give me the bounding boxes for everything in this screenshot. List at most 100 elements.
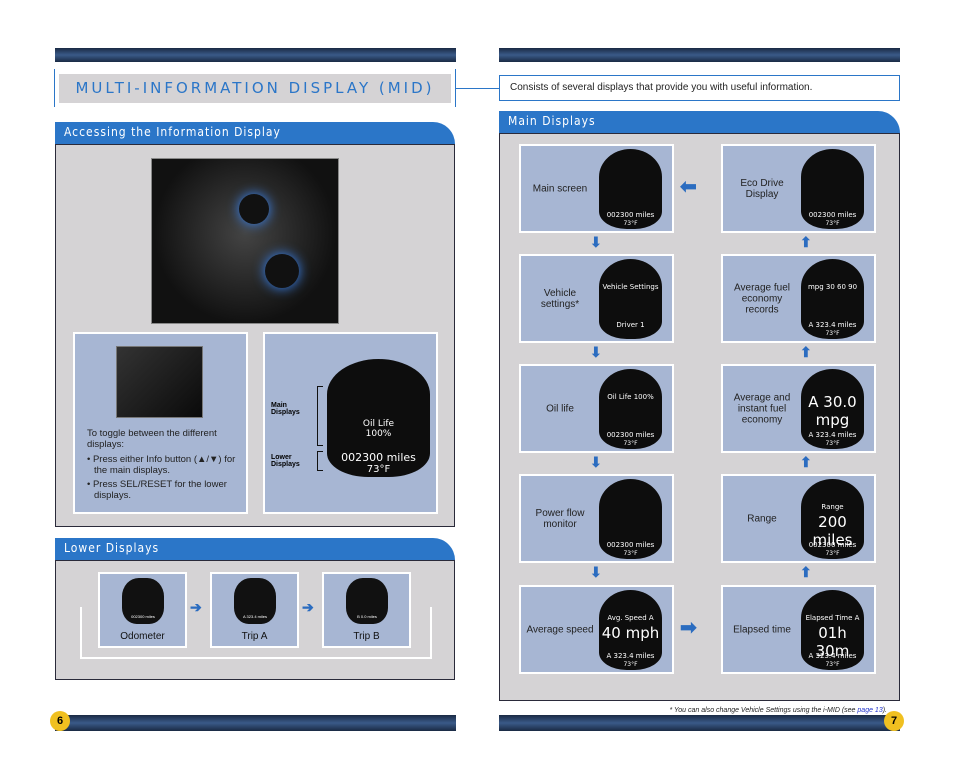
connector-line <box>456 88 499 89</box>
mini-screen: B 0.0 miles <box>346 578 388 624</box>
display-diagram-box: Main Displays Lower Displays Oil Life 10… <box>263 332 438 514</box>
display-label: Vehicle settings* <box>540 287 580 310</box>
screen-text: Oil Life 100% <box>607 393 654 401</box>
display-screen: 002300 miles 73°F <box>599 149 662 229</box>
display-card: Oil life Oil Life 100% 002300 miles 73°F <box>519 364 674 453</box>
screen-value: 100% <box>365 429 392 439</box>
screen-text: Oil Life <box>362 419 395 429</box>
lower-item-trip-b: B 0.0 miles Trip B <box>322 572 411 648</box>
display-label: Main screen <box>532 183 588 194</box>
screen-temp: 73°F <box>623 220 638 227</box>
item-label: Trip B <box>353 631 380 642</box>
display-label: Average and instant fuel economy <box>733 392 791 425</box>
display-card: Power flow monitor 002300 miles 73°F <box>519 474 674 563</box>
display-screen: mpg 30 60 90 A 323.4 miles 73°F <box>801 259 864 339</box>
screen-temp: 73°F <box>623 550 638 557</box>
display-card: Average fuel economy records mpg 30 60 9… <box>721 254 876 343</box>
screen-text: Elapsed Time A <box>805 614 860 622</box>
display-screen: Vehicle Settings Driver 1 <box>599 259 662 339</box>
item-label: Odometer <box>120 631 165 642</box>
section-header: Lower Displays <box>55 538 455 560</box>
screen-text: Avg. Speed A <box>607 614 654 622</box>
screen-temp: 73°F <box>825 330 840 337</box>
display-screen: Range 200 miles 002300 miles 73°F <box>801 479 864 559</box>
display-card: Range Range 200 miles 002300 miles 73°F <box>721 474 876 563</box>
screen-temp: 73°F <box>825 550 840 557</box>
screen-odometer: 002300 miles <box>341 451 416 464</box>
screen-temp: 73°F <box>825 440 840 447</box>
page-number: 7 <box>884 711 904 731</box>
arrow-right-icon: ➡ <box>680 617 697 639</box>
mini-screen: 002300 miles <box>122 578 164 624</box>
display-screen: Elapsed Time A 01h 30m A 323.4 miles 73°F <box>801 590 864 670</box>
arrow-right-icon: ➔ <box>190 599 202 615</box>
screen-text: Vehicle Settings <box>602 283 659 291</box>
arrow-left-icon: ⬅ <box>680 176 697 198</box>
steering-wheel-photo <box>151 158 339 324</box>
screen-temp: 73°F <box>366 464 391 475</box>
section-header: Accessing the Information Display <box>55 122 455 144</box>
footnote: * You can also change Vehicle Settings u… <box>669 707 887 714</box>
bottom-bar-left <box>55 715 456 731</box>
bottom-bar-right <box>499 715 900 731</box>
arrow-up-icon: ⬆ <box>800 454 812 470</box>
lower-displays-section: Lower Displays 002300 miles Odometer ➔ A … <box>55 538 455 680</box>
top-bar-right <box>499 48 900 62</box>
display-label: Average fuel economy records <box>734 282 790 315</box>
instructions-text: To toggle between the different displays… <box>87 428 217 450</box>
screen-odometer: 002300 miles <box>808 211 857 219</box>
description-box: Consists of several displays that provid… <box>499 75 900 101</box>
item-label: Trip A <box>241 631 268 642</box>
display-card: Vehicle settings* Vehicle Settings Driver… <box>519 254 674 343</box>
display-label: Elapsed time <box>733 624 791 635</box>
screen-temp: 73°F <box>825 220 840 227</box>
display-card: Elapsed time Elapsed Time A 01h 30m A 323.… <box>721 585 876 674</box>
buttons-photo <box>116 346 203 418</box>
display-card: Average and instant fuel economy A 30.0 … <box>721 364 876 453</box>
lower-item-trip-a: A 323.4 miles Trip A <box>210 572 299 648</box>
screen-odometer: Driver 1 <box>616 321 645 329</box>
display-screen: A 30.0 mpg A 323.4 miles 73°F <box>801 369 864 449</box>
arrow-up-icon: ⬆ <box>800 564 812 580</box>
arrow-down-icon: ⬇ <box>590 234 602 250</box>
screen-value: A 30.0 mpg <box>808 393 857 429</box>
display-label: Power flow monitor <box>535 507 585 530</box>
top-bar-left <box>55 48 456 62</box>
screen-odometer: A 323.4 miles <box>808 652 857 660</box>
arrow-up-icon: ⬆ <box>800 234 812 250</box>
page-link[interactable]: page 13 <box>857 707 882 714</box>
display-label: Oil life <box>546 403 574 414</box>
page-title: MULTI-INFORMATION DISPLAY (MID) <box>59 74 451 103</box>
display-highlight <box>239 194 269 224</box>
screen-temp: 73°F <box>623 661 638 668</box>
mini-screen: A 323.4 miles <box>234 578 276 624</box>
display-screen: Oil Life 100% 002300 miles 73°F <box>599 369 662 449</box>
screen-odometer: A 323.4 miles <box>808 321 857 329</box>
instructions-box: To toggle between the different displays… <box>73 332 248 514</box>
mid-screen: Oil Life 100% 002300 miles 73°F <box>327 359 430 477</box>
display-screen: 002300 miles 73°F <box>599 479 662 559</box>
display-screen: Avg. Speed A 40 mph A 323.4 miles 73°F <box>599 590 662 670</box>
screen-odometer: A 323.4 miles <box>808 431 857 439</box>
screen-temp: 73°F <box>825 661 840 668</box>
display-card: Eco Drive Display 002300 miles 73°F <box>721 144 876 233</box>
accessing-section: Accessing the Information Display To tog… <box>55 122 455 527</box>
arrow-down-icon: ⬇ <box>590 564 602 580</box>
screen-odometer: 002300 miles <box>808 541 857 549</box>
page-number: 6 <box>50 711 70 731</box>
main-displays-label: Main Displays <box>271 402 300 416</box>
display-card: Average speed Avg. Speed A 40 mph A 323.4 … <box>519 585 674 674</box>
screen-odometer: A 323.4 miles <box>606 652 655 660</box>
main-displays-section: Main Displays * You can also change Vehi… <box>499 111 900 714</box>
screen-odometer: 002300 miles <box>606 431 655 439</box>
screen-text: mpg 30 60 90 <box>807 283 858 291</box>
display-label: Eco Drive Display <box>740 177 784 200</box>
display-screen: 002300 miles 73°F <box>801 149 864 229</box>
lower-displays-label: Lower Displays <box>271 454 300 468</box>
arrow-up-icon: ⬆ <box>800 344 812 360</box>
buttons-highlight <box>265 254 299 288</box>
display-label: Range <box>747 513 777 524</box>
bullet: • Press either Info button (▲/▼) for the… <box>87 454 236 476</box>
screen-odometer: 002300 miles <box>606 541 655 549</box>
arrow-down-icon: ⬇ <box>590 344 602 360</box>
